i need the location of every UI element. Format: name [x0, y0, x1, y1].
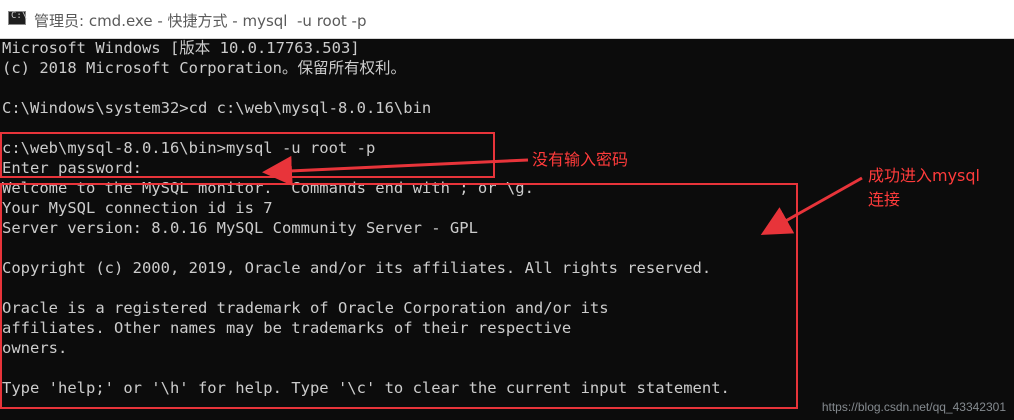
window-title: 管理员: cmd.exe - 快捷方式 - mysql -u root -p [34, 12, 367, 30]
cmd-icon: C:\ [8, 11, 27, 25]
console-line: Microsoft Windows [版本 10.0.17763.503] [2, 39, 360, 57]
success-label-line1: 成功进入mysql [868, 166, 980, 185]
connection-highlight-box [0, 183, 798, 409]
no-password-label: 没有输入密码 [532, 150, 629, 169]
console-line: (c) 2018 Microsoft Corporation。保留所有权利。 [2, 59, 406, 77]
title-bar[interactable]: C:\ 管理员: cmd.exe - 快捷方式 - mysql -u root … [0, 0, 1014, 39]
success-label-line2: 连接 [868, 190, 901, 209]
command-highlight-box [0, 132, 495, 178]
watermark: https://blog.csdn.net/qq_43342301 [821, 400, 1006, 414]
console-line: C:\Windows\system32>cd c:\web\mysql-8.0.… [2, 99, 432, 117]
